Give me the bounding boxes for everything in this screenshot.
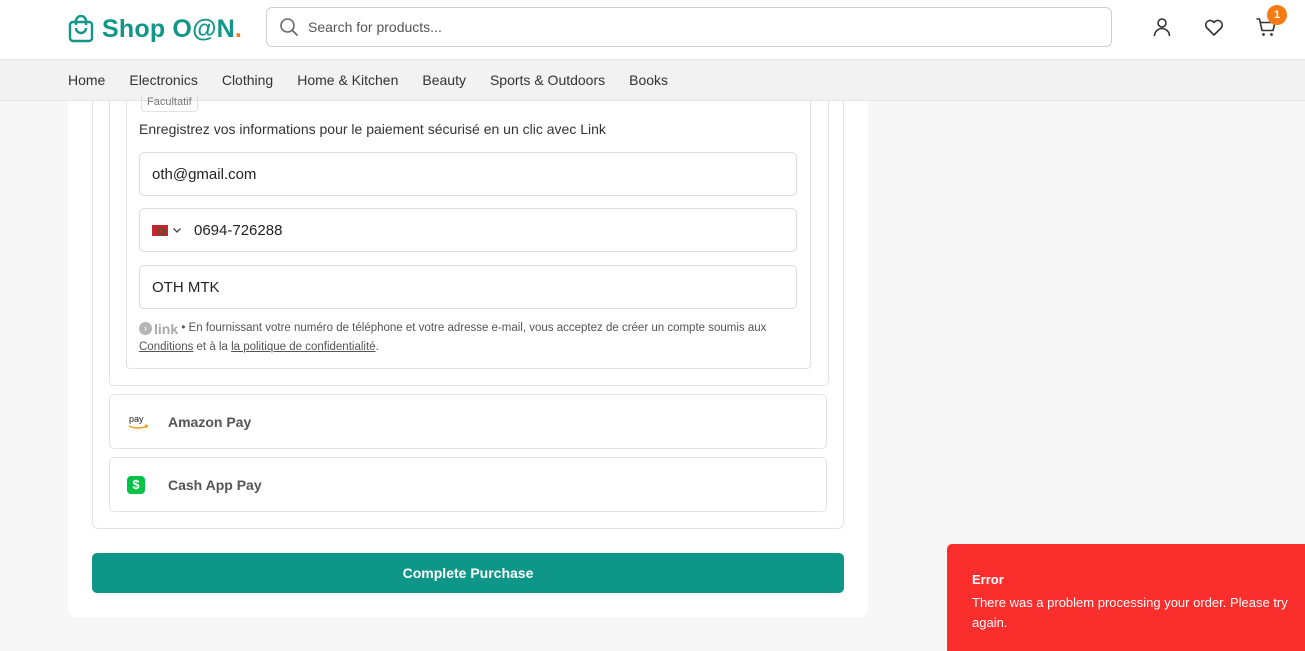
phone-value: 0694-726288 [194, 221, 283, 239]
nav-item-books[interactable]: Books [629, 72, 668, 88]
nav-item-electronics[interactable]: Electronics [129, 72, 197, 88]
privacy-policy-link[interactable]: la politique de confidentialité [231, 341, 376, 353]
logo[interactable]: Shop O@N. [68, 13, 242, 45]
email-field[interactable]: oth@gmail.com [139, 152, 797, 196]
error-toast[interactable]: Error There was a problem processing you… [947, 544, 1305, 651]
card-payment-section: Facultatif Enregistrez vos informations … [109, 95, 829, 386]
svg-text:pay: pay [129, 414, 144, 424]
link-legal-text: › link • En fournissant votre numéro de t… [139, 319, 799, 356]
cash-app-pay-label: Cash App Pay [168, 476, 262, 493]
cash-app-icon: $ [127, 475, 145, 494]
link-description: Enregistrez vos informations pour le pai… [139, 121, 606, 137]
logo-dot: . [234, 14, 242, 43]
nav-item-home-kitchen[interactable]: Home & Kitchen [297, 72, 398, 88]
legal-text-start: • En fournissant votre numéro de télépho… [178, 322, 767, 334]
logo-text: Shop O@N [102, 14, 235, 43]
chevron-down-icon[interactable] [172, 225, 182, 235]
link-save-section: Facultatif Enregistrez vos informations … [126, 95, 811, 369]
nav-item-home[interactable]: Home [68, 72, 105, 88]
amazon-pay-icon: pay [126, 412, 152, 432]
toast-message: There was a problem processing your orde… [972, 595, 1288, 630]
nav-item-beauty[interactable]: Beauty [422, 72, 466, 88]
nav-item-clothing[interactable]: Clothing [222, 72, 273, 88]
complete-purchase-button[interactable]: Complete Purchase [92, 553, 844, 593]
legal-text-end: . [375, 340, 379, 353]
search-input[interactable] [308, 19, 1088, 35]
search-bar [266, 7, 1112, 47]
shopping-bag-icon [68, 15, 94, 43]
amazon-pay-option[interactable]: pay Amazon Pay [109, 394, 827, 449]
email-value: oth@gmail.com [152, 165, 257, 183]
site-header: Shop O@N. 1 [0, 0, 1305, 60]
search-icon [280, 18, 298, 36]
amazon-pay-label: Amazon Pay [168, 413, 252, 430]
conditions-link[interactable]: Conditions [139, 341, 193, 353]
checkout-card: Facultatif Enregistrez vos informations … [68, 95, 868, 617]
legal-text-mid: et à la [193, 340, 232, 353]
cash-app-pay-option[interactable]: $ Cash App Pay [109, 457, 827, 512]
cart-count-badge: 1 [1267, 5, 1287, 25]
optional-tag: Facultatif [141, 95, 198, 112]
nav-item-sports-outdoors[interactable]: Sports & Outdoors [490, 72, 605, 88]
name-value: OTH MTK [152, 278, 220, 296]
name-field[interactable]: OTH MTK [139, 265, 797, 309]
payment-methods-box: Facultatif Enregistrez vos informations … [92, 95, 844, 529]
user-icon[interactable] [1151, 16, 1173, 38]
phone-field[interactable]: 0694-726288 [139, 208, 797, 252]
arrow-circle-icon: › [139, 322, 152, 335]
link-brand-text: link [154, 320, 179, 337]
country-flag-icon[interactable] [152, 224, 168, 236]
heart-icon[interactable] [1203, 16, 1225, 38]
toast-title: Error [972, 572, 1004, 587]
link-logo: › link [139, 320, 178, 338]
